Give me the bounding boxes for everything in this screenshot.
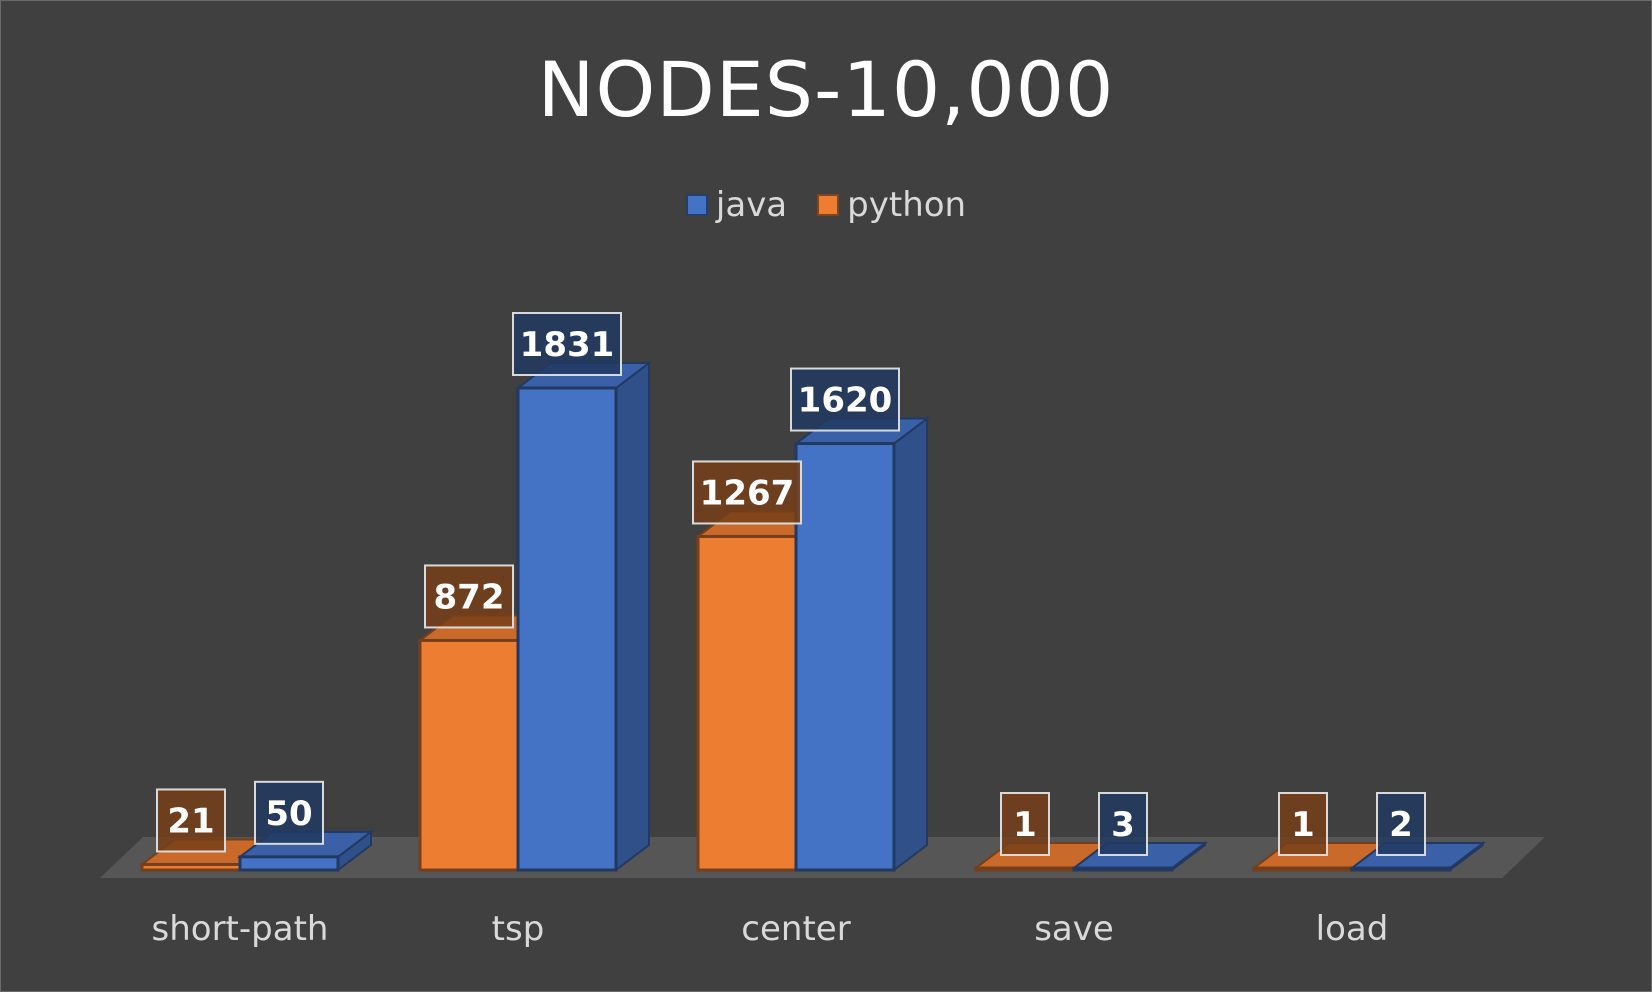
data-label-text-python-tsp: 872 bbox=[434, 577, 505, 617]
x-tick-label-tsp: tsp bbox=[492, 909, 545, 949]
bar-front-java-save bbox=[1072, 866, 1174, 872]
data-label-text-java-center: 1620 bbox=[798, 381, 893, 421]
data-label-text-java-save: 3 bbox=[1111, 805, 1135, 845]
data-label-java-tsp: 1831 bbox=[512, 312, 622, 376]
data-label-text-python-save: 1 bbox=[1013, 805, 1037, 845]
bar-side-java-tsp bbox=[615, 360, 650, 873]
data-label-java-center: 1620 bbox=[790, 367, 900, 432]
bar-java-center bbox=[793, 416, 930, 873]
bar-front-python-center bbox=[696, 534, 798, 872]
x-tick-label-save: save bbox=[1034, 909, 1114, 949]
bar-front-java-tsp bbox=[516, 386, 618, 872]
data-label-text-python-center: 1267 bbox=[700, 473, 795, 513]
bar-front-python-short-path bbox=[140, 862, 242, 872]
x-tick-label-short-path: short-path bbox=[152, 909, 329, 949]
bar-java-tsp bbox=[515, 360, 652, 873]
data-label-java-load: 2 bbox=[1376, 792, 1426, 856]
data-label-text-java-load: 2 bbox=[1389, 805, 1413, 845]
bar-front-java-center bbox=[794, 442, 896, 872]
data-label-python-load: 1 bbox=[1278, 792, 1328, 856]
bar-front-python-tsp bbox=[418, 638, 520, 872]
bar-front-java-load bbox=[1350, 866, 1452, 872]
data-label-java-short-path: 50 bbox=[254, 780, 324, 845]
bar-front-python-load bbox=[1252, 866, 1354, 872]
data-label-python-short-path: 21 bbox=[156, 788, 226, 853]
data-label-text-java-tsp: 1831 bbox=[520, 325, 615, 365]
bar-front-python-save bbox=[974, 866, 1076, 872]
data-label-text-python-load: 1 bbox=[1291, 805, 1315, 845]
data-label-text-python-short-path: 21 bbox=[167, 801, 214, 841]
bar-front-java-short-path bbox=[238, 855, 340, 872]
data-label-text-java-short-path: 50 bbox=[265, 794, 312, 834]
data-label-java-save: 3 bbox=[1098, 792, 1148, 856]
data-label-python-center: 1267 bbox=[692, 460, 802, 525]
data-label-python-save: 1 bbox=[1000, 792, 1050, 856]
bar-side-java-center bbox=[893, 416, 928, 873]
data-label-python-tsp: 872 bbox=[424, 564, 514, 629]
x-tick-label-center: center bbox=[741, 909, 850, 949]
x-tick-label-load: load bbox=[1316, 909, 1389, 949]
plot-area: 21 50short-path8721831tsp12671620center1 3… bbox=[100, 312, 1545, 949]
